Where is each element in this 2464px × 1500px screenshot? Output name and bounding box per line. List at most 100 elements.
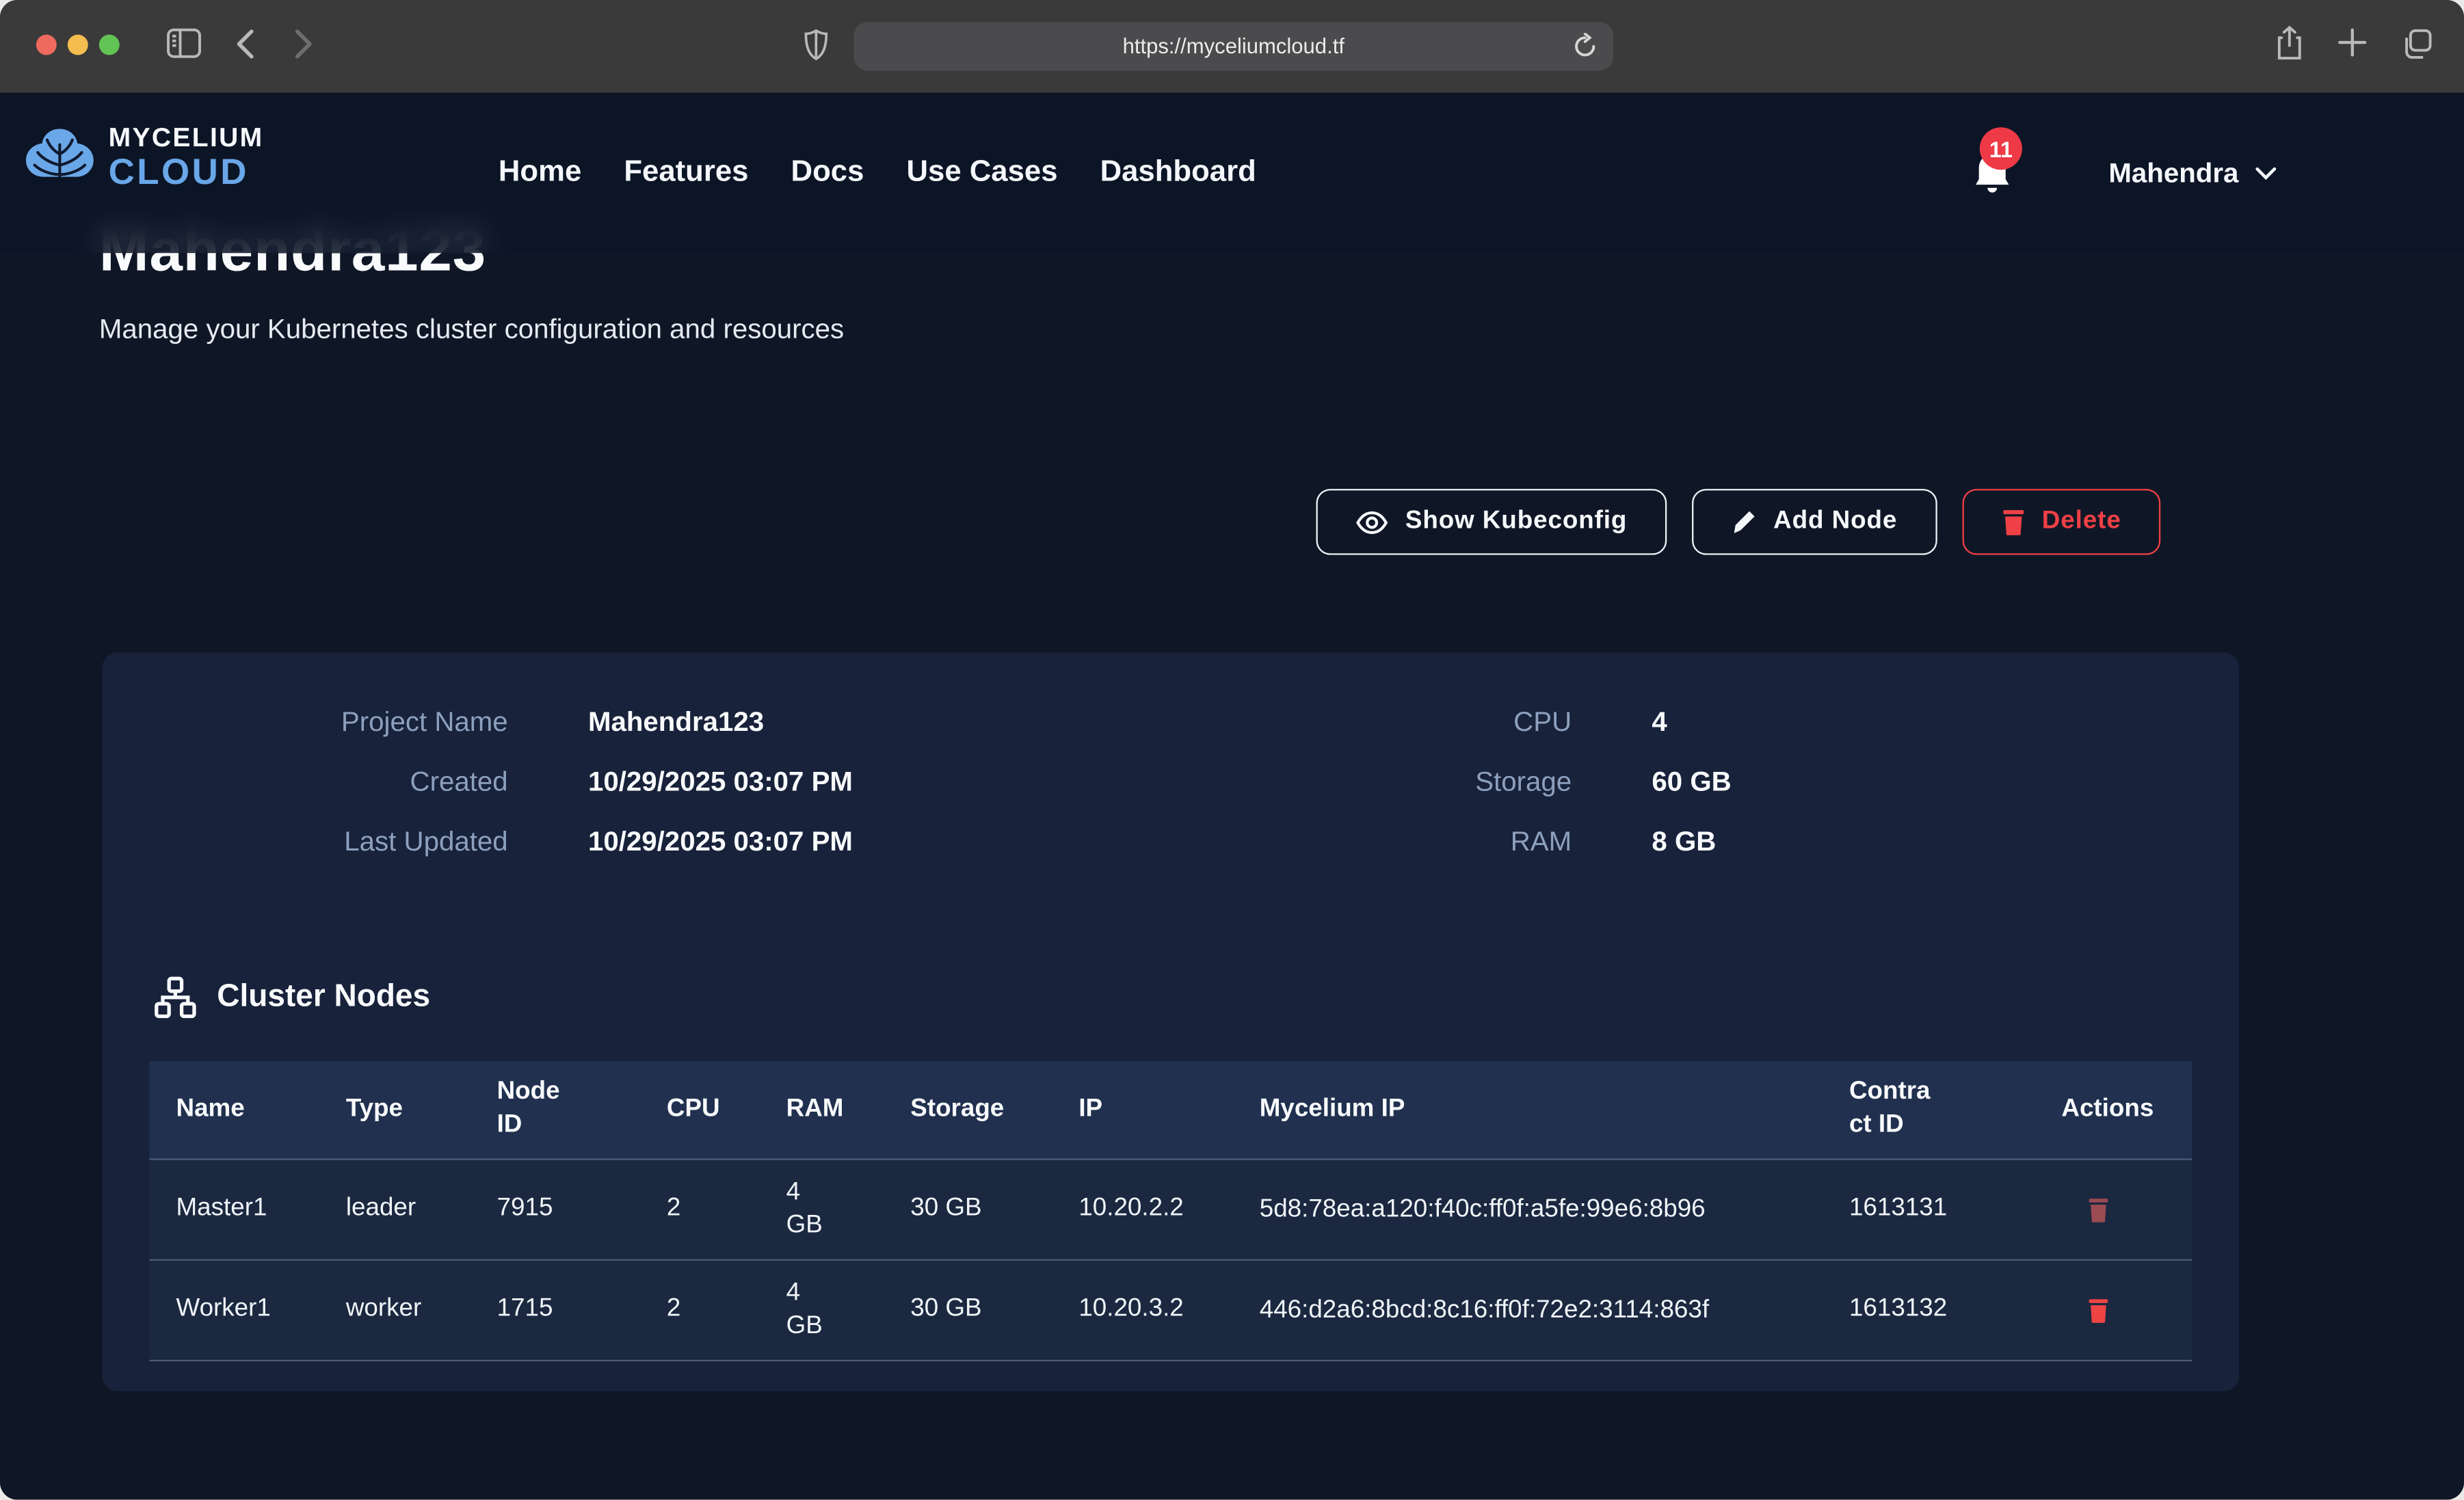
network-hierarchy-icon [154, 976, 196, 1019]
brand-logo[interactable]: MYCELIUM CLOUD [22, 124, 263, 191]
cell-node-id: 1715 [470, 1294, 639, 1327]
cell-actions [2035, 1197, 2192, 1222]
delete-cluster-button[interactable]: Delete [1962, 489, 2161, 555]
nav-item-dashboard[interactable]: Dashboard [1100, 156, 1256, 191]
nav-item-features[interactable]: Features [624, 156, 748, 191]
tab-overview-icon[interactable] [2401, 28, 2433, 59]
user-name: Mahendra [2108, 157, 2238, 189]
info-value: 4 [1652, 706, 2192, 738]
sidebar-toggle-icon[interactable] [167, 28, 202, 58]
info-label: Created [149, 766, 507, 799]
col-header-ip: IP [1052, 1093, 1232, 1126]
info-label: CPU [1171, 706, 1572, 738]
col-header-node-id: Node ID [470, 1077, 639, 1142]
brand-name-top: MYCELIUM [109, 124, 264, 151]
cluster-nodes-heading: Cluster Nodes [154, 976, 430, 1019]
privacy-shield-icon[interactable] [804, 28, 829, 61]
project-info-card: Project Name Mahendra123 Created 10/29/2… [102, 652, 2239, 1391]
cell-cpu: 2 [640, 1294, 760, 1327]
show-kubeconfig-label: Show Kubeconfig [1405, 508, 1627, 536]
browser-window: https://myceliumcloud.tf [0, 0, 2464, 1500]
brand-text: MYCELIUM CLOUD [109, 124, 264, 191]
info-row-storage: Storage 60 GB [1171, 766, 2192, 799]
show-kubeconfig-button[interactable]: Show Kubeconfig [1316, 489, 1667, 555]
new-tab-icon[interactable] [2338, 28, 2366, 56]
info-label: Last Updated [149, 825, 507, 858]
cluster-actions: Show Kubeconfig Add Node [1316, 489, 2160, 555]
eye-icon [1355, 510, 1388, 533]
trash-icon [2001, 509, 2024, 535]
add-node-button[interactable]: Add Node [1692, 489, 1937, 555]
delete-node-button[interactable] [2088, 1197, 2108, 1222]
nav-item-home[interactable]: Home [499, 156, 581, 191]
cell-contract-id: 1613132 [1823, 1294, 2035, 1327]
info-row-project-name: Project Name Mahendra123 [149, 706, 1170, 738]
info-row-created: Created 10/29/2025 03:07 PM [149, 766, 1170, 799]
user-menu[interactable]: Mahendra [2108, 93, 2276, 254]
info-value: Mahendra123 [588, 706, 1171, 738]
col-header-actions: Actions [2035, 1093, 2192, 1126]
add-node-label: Add Node [1773, 508, 1897, 536]
minimize-window-button[interactable] [68, 35, 88, 55]
cell-name: Worker1 [149, 1294, 319, 1327]
col-header-cpu: CPU [640, 1093, 760, 1126]
cell-actions [2035, 1298, 2192, 1323]
info-row-cpu: CPU 4 [1171, 706, 2192, 738]
nav-item-docs[interactable]: Docs [791, 156, 864, 191]
table-row-worker1: Worker1 worker 1715 2 4 GB 30 GB 10.20.3… [149, 1261, 2192, 1361]
cell-storage: 30 GB [884, 1193, 1052, 1226]
col-header-ram: RAM [760, 1093, 884, 1126]
zoom-window-button[interactable] [99, 35, 120, 55]
col-header-type: Type [319, 1093, 471, 1126]
table-header-row: Name Type Node ID CPU RAM Storage IP Myc… [149, 1061, 2192, 1160]
close-window-button[interactable] [36, 35, 57, 55]
page-subtitle: Manage your Kubernetes cluster configura… [99, 313, 844, 346]
cloud-logo-icon [22, 126, 97, 189]
cell-ip: 10.20.3.2 [1052, 1294, 1232, 1327]
reload-icon[interactable] [1572, 33, 1598, 59]
info-value: 10/29/2025 03:07 PM [588, 825, 1171, 858]
table-row-master1: Master1 leader 7915 2 4 GB 30 GB 10.20.2… [149, 1160, 2192, 1261]
cell-cpu: 2 [640, 1193, 760, 1226]
screen: https://myceliumcloud.tf [0, 0, 2464, 1500]
pencil-icon [1731, 509, 1756, 535]
delete-node-button[interactable] [2088, 1298, 2108, 1323]
cell-contract-id: 1613131 [1823, 1193, 2035, 1226]
info-label: RAM [1171, 825, 1572, 858]
notification-badge: 11 [1980, 127, 2022, 170]
info-label: Project Name [149, 706, 507, 738]
cell-mycelium-ip: 446:d2a6:8bcd:8c16:ff0f:72e2:3114:863f [1233, 1293, 1823, 1327]
project-info-right: CPU 4 Storage 60 GB RAM 8 GB [1171, 706, 2192, 858]
cell-ram: 4 GB [760, 1278, 884, 1343]
delete-label: Delete [2042, 508, 2121, 536]
info-row-ram: RAM 8 GB [1171, 825, 2192, 858]
nav-links: Home Features Docs Use Cases Dashboard [499, 93, 1256, 254]
col-header-contract-id: Contract ID [1823, 1077, 2035, 1142]
cell-storage: 30 GB [884, 1294, 1052, 1327]
nav-item-use-cases[interactable]: Use Cases [906, 156, 1057, 191]
chevron-down-icon [2254, 166, 2276, 180]
cell-name: Master1 [149, 1193, 319, 1226]
page-viewport: Mahendra123 Manage your Kubernetes clust… [0, 93, 2464, 1500]
info-value: 8 GB [1652, 825, 2192, 858]
cell-ip: 10.20.2.2 [1052, 1193, 1232, 1226]
address-bar[interactable]: https://myceliumcloud.tf [854, 22, 1614, 70]
top-navbar: MYCELIUM CLOUD Home Features Docs Use Ca… [0, 93, 2464, 254]
share-icon[interactable] [2275, 25, 2303, 62]
col-header-mycelium-ip: Mycelium IP [1233, 1093, 1823, 1126]
info-value: 60 GB [1652, 766, 2192, 799]
brand-name-bottom: CLOUD [109, 154, 264, 190]
browser-chrome: https://myceliumcloud.tf [0, 0, 2464, 93]
notifications-button[interactable]: 11 [1970, 149, 2014, 196]
col-header-name: Name [149, 1093, 319, 1126]
url-text: https://myceliumcloud.tf [1123, 35, 1344, 58]
info-label: Storage [1171, 766, 1572, 799]
cell-mycelium-ip: 5d8:78ea:a120:f40c:ff0f:a5fe:99e6:8b96 [1233, 1192, 1823, 1227]
project-info-left: Project Name Mahendra123 Created 10/29/2… [149, 706, 1170, 858]
back-button-icon[interactable] [236, 28, 255, 59]
col-header-storage: Storage [884, 1093, 1052, 1126]
forward-button-icon[interactable] [294, 28, 313, 59]
cell-type: leader [319, 1193, 471, 1226]
cell-type: worker [319, 1294, 471, 1327]
cell-ram: 4 GB [760, 1177, 884, 1242]
